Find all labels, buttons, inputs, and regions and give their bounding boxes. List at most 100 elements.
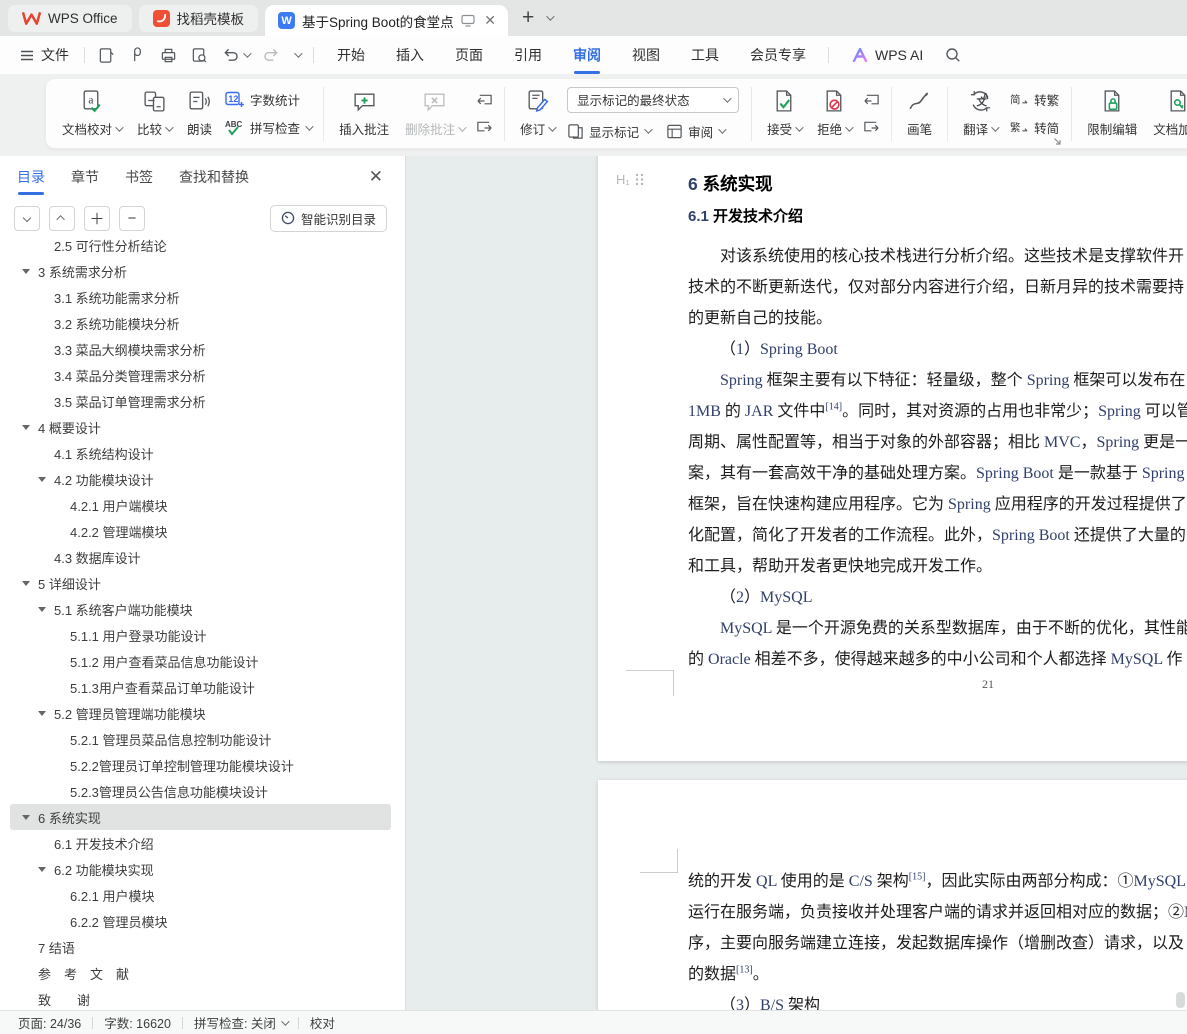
document-text-line[interactable]: Spring 框架主要有以下特征：轻量级，整个 Spring 框架可以发布在 <box>688 365 1187 396</box>
menu-tab-tools[interactable]: 工具 <box>689 39 721 71</box>
toc-collapse-caret-icon[interactable] <box>22 424 30 430</box>
collapse-all-button[interactable] <box>14 205 40 231</box>
smart-toc-button[interactable]: 智能识别目录 <box>269 204 387 232</box>
print-icon[interactable] <box>160 47 177 64</box>
toc-item[interactable]: 6.2.2 管理员模块 <box>10 908 391 934</box>
redo-button[interactable] <box>263 48 280 63</box>
sidebar-tab-chapters[interactable]: 章节 <box>70 159 100 195</box>
document-text-line[interactable]: 序，主要向服务端建立连接，发起数据库操作（增删改查）请求，以及 <box>688 928 1187 959</box>
close-tab-icon[interactable]: ✕ <box>482 12 498 29</box>
document-text-line[interactable]: （2）MySQL <box>688 582 1187 613</box>
export-pdf-icon[interactable] <box>129 46 146 64</box>
accept-revision-button[interactable]: 接受 <box>759 82 809 146</box>
toc-collapse-caret-icon[interactable] <box>22 814 30 820</box>
document-text-line[interactable]: 统的开发 QL 使用的是 C/S 架构[15]，因此实际由两部分构成：①MySQ… <box>688 866 1187 897</box>
document-page-21[interactable]: H₁ 6 系统实现 6.1 开发技术介绍 对该系统使用的核心技术栈进行分析介绍。这些… <box>598 156 1187 761</box>
group-expand-icon[interactable] <box>1053 137 1062 146</box>
sidebar-tab-bookmarks[interactable]: 书签 <box>124 159 154 195</box>
status-page-indicator[interactable]: 页面: 24/36 <box>18 1013 81 1032</box>
toc-item[interactable]: 4.1 系统结构设计 <box>10 440 391 466</box>
toc-collapse-caret-icon[interactable] <box>38 710 46 716</box>
document-text-line[interactable]: 6.1 开发技术介绍 <box>688 203 1187 231</box>
menu-tab-home[interactable]: 开始 <box>335 39 367 71</box>
status-spellcheck-toggle[interactable]: 拼写检查: 关闭 <box>194 1013 290 1032</box>
toc-item[interactable]: 3 系统需求分析 <box>10 258 391 284</box>
toc-item[interactable]: 5.2.2管理员订单控制管理功能模块设计 <box>10 752 391 778</box>
document-text-line[interactable]: 运行在服务端，负责接收并处理客户端的请求并返回相对应的数据；②M <box>688 897 1187 928</box>
menu-tab-review[interactable]: 审阅 <box>571 39 603 74</box>
menu-tab-view[interactable]: 视图 <box>630 39 662 71</box>
zoom-in-toc-button[interactable]: ＋ <box>84 205 110 231</box>
reject-revision-button[interactable]: 拒绝 <box>809 82 859 146</box>
search-icon[interactable] <box>945 47 961 63</box>
toc-item[interactable]: 6.2.1 用户模块 <box>10 882 391 908</box>
toc-collapse-caret-icon[interactable] <box>38 606 46 612</box>
document-text-line[interactable]: 案，其有一套高效干净的基础处理方案。Spring Boot 是一款基于 Spri… <box>688 458 1187 489</box>
word-count-button[interactable]: 12 字数统计 <box>225 90 311 109</box>
wps-ai-button[interactable]: WPS AI <box>852 47 923 63</box>
translate-button[interactable]: 文A 翻译 <box>955 82 1005 146</box>
monitor-icon[interactable] <box>461 14 475 27</box>
toc-item[interactable]: 致 谢 <box>10 986 391 1010</box>
document-page-22[interactable]: 统的开发 QL 使用的是 C/S 架构[15]，因此实际由两部分构成：①MySQ… <box>598 780 1187 1010</box>
show-markup-button[interactable]: 显示标记 <box>567 122 653 141</box>
save-icon[interactable] <box>98 47 115 64</box>
toc-item[interactable]: 3.2 系统功能模块分析 <box>10 310 391 336</box>
document-text-line[interactable]: 和工具，帮助开发者更快地完成开发工作。 <box>688 551 1187 582</box>
status-word-count[interactable]: 字数: 16620 <box>104 1013 171 1032</box>
document-text-line[interactable]: 化配置，简化了开发者的工作流程。此外，Spring Boot 还提供了大量的 <box>688 520 1187 551</box>
menu-tab-member[interactable]: 会员专享 <box>748 39 808 71</box>
toc-collapse-caret-icon[interactable] <box>22 580 30 586</box>
document-text-line[interactable]: 周期、属性配置等，相当于对象的外部容器；相比 MVC，Spring 更是一 <box>688 427 1187 458</box>
toc-item[interactable]: 4 概要设计 <box>10 414 391 440</box>
toc-item[interactable]: 5.1.3用户查看菜品订单功能设计 <box>10 674 391 700</box>
toc-item[interactable]: 3.5 菜品订单管理需求分析 <box>10 388 391 414</box>
toc-item[interactable]: 3.4 菜品分类管理需求分析 <box>10 362 391 388</box>
markup-state-select[interactable]: 显示标记的最终状态 <box>567 86 740 113</box>
toc-item[interactable]: 6 系统实现 <box>10 804 391 830</box>
undo-button[interactable] <box>222 48 252 63</box>
document-canvas[interactable]: H₁ 6 系统实现 6.1 开发技术介绍 对该系统使用的核心技术栈进行分析介绍。这些… <box>406 156 1187 1010</box>
toc-item[interactable]: 5.1.1 用户登录功能设计 <box>10 622 391 648</box>
toc-item[interactable]: 5.1 系统客户端功能模块 <box>10 596 391 622</box>
sidebar-tab-find-replace[interactable]: 查找和替换 <box>178 159 250 195</box>
to-traditional-button[interactable]: 简 转繁 <box>1010 90 1059 109</box>
toc-collapse-caret-icon[interactable] <box>38 866 46 872</box>
next-comment-icon[interactable] <box>476 120 493 135</box>
toc-item[interactable]: 5.2 管理员管理端功能模块 <box>10 700 391 726</box>
previous-revision-icon[interactable] <box>863 93 880 108</box>
document-text-line[interactable]: 1MB 的 JAR 文件中[14]。同时，其对资源的占用也非常少；Spring … <box>688 396 1187 427</box>
insert-comment-button[interactable]: 插入批注 <box>331 82 397 146</box>
toc-item[interactable]: 4.2.2 管理端模块 <box>10 518 391 544</box>
heading-drag-handle[interactable]: H₁ <box>616 172 644 187</box>
toc-item[interactable]: 6.1 开发技术介绍 <box>10 830 391 856</box>
next-revision-icon[interactable] <box>863 120 880 135</box>
toc-item[interactable]: 4.2.1 用户端模块 <box>10 492 391 518</box>
status-proofread-button[interactable]: 校对 <box>310 1013 335 1032</box>
toc-item[interactable]: 7 结语 <box>10 934 391 960</box>
menu-tab-page[interactable]: 页面 <box>453 39 485 71</box>
ink-pen-button[interactable]: 画笔 <box>899 82 940 146</box>
expand-all-button[interactable] <box>49 205 75 231</box>
document-text-line[interactable]: 的 Oracle 相差不多，使得越来越多的中小公司和个人都选择 MySQL 作 <box>688 644 1187 675</box>
document-text-line[interactable]: 技术的不断更新迭代，仅对部分内容进行介绍，日新月异的技术需要持 <box>688 272 1187 303</box>
toc-item[interactable]: 3.1 系统功能需求分析 <box>10 284 391 310</box>
file-menu-button[interactable]: 文件 <box>14 41 75 69</box>
document-text-line[interactable]: 的数据[13]。 <box>688 959 1187 990</box>
to-simplified-button[interactable]: 繁 转简 <box>1010 118 1059 137</box>
toc-item[interactable]: 5.2.3管理员公告信息功能模块设计 <box>10 778 391 804</box>
vertical-scrollbar-thumb[interactable] <box>1176 992 1185 1008</box>
toc-collapse-caret-icon[interactable] <box>38 476 46 482</box>
document-text-line[interactable]: （3）B/S 架构 <box>688 990 1187 1010</box>
toc-item[interactable]: 5.2.1 管理员菜品信息控制功能设计 <box>10 726 391 752</box>
encrypt-document-button[interactable]: 文档加密 <box>1145 82 1187 146</box>
read-aloud-button[interactable]: 朗读 <box>179 82 220 146</box>
sidebar-tab-contents[interactable]: 目录 <box>16 159 46 195</box>
menu-tab-reference[interactable]: 引用 <box>512 39 544 71</box>
spell-check-button[interactable]: ABC 拼写检查 <box>225 118 314 137</box>
tab-docer[interactable]: 找稻壳模板 <box>138 4 259 32</box>
document-text-line[interactable]: MySQL 是一个开源免费的关系型数据库，由于不断的优化，其性能 <box>688 613 1187 644</box>
tab-wps-home[interactable]: WPS Office <box>8 4 132 32</box>
zoom-out-toc-button[interactable]: − <box>119 205 145 231</box>
toc-item[interactable]: 参 考 文 献 <box>10 960 391 986</box>
